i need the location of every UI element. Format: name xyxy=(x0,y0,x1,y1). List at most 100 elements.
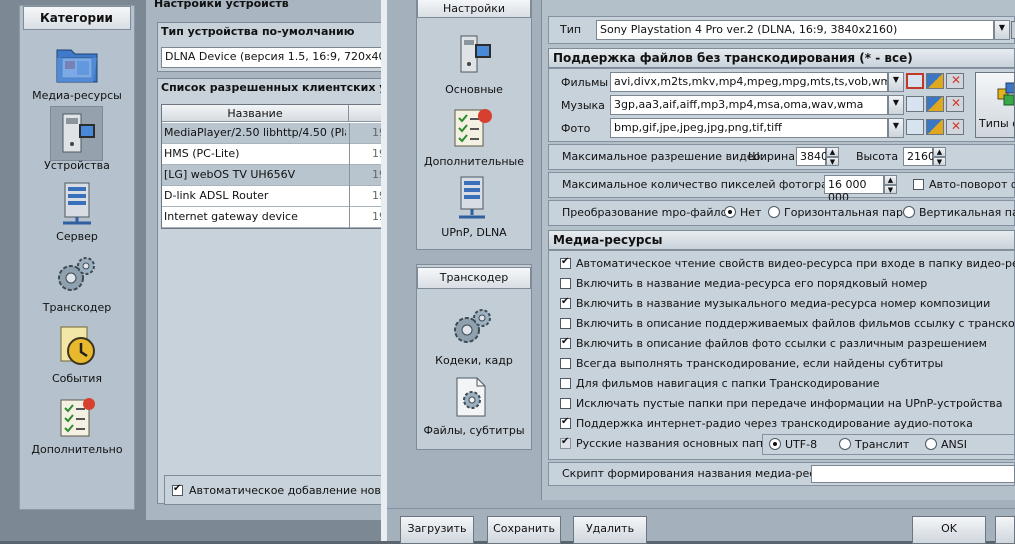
height-up-button[interactable]: ▲ xyxy=(933,147,946,157)
films-delete-icon[interactable]: ✕ xyxy=(946,73,964,89)
films-input[interactable]: avi,divx,m2ts,mkv,mp4,mpeg,mpg,mts,ts,vo… xyxy=(610,72,888,92)
sidebar-item-additional[interactable]: Дополнительные xyxy=(417,104,531,172)
width-input[interactable]: 3840 xyxy=(796,147,828,166)
sidebar-item-files-subtitles[interactable]: Файлы, субтитры xyxy=(417,374,531,442)
auto-rotate-checkbox[interactable] xyxy=(913,179,924,190)
mpo-option-horizontal[interactable] xyxy=(768,206,780,218)
sidebar-item-label: Дополнительные xyxy=(424,155,524,168)
type-combo[interactable]: Sony Playstation 4 Pro ver.2 (DLNA, 16:9… xyxy=(596,20,994,40)
upnp-server-icon xyxy=(459,176,485,219)
additional-icon xyxy=(60,398,95,437)
mpo-option-none[interactable] xyxy=(724,206,736,218)
films-dropdown-button[interactable]: ▼ xyxy=(888,72,904,92)
ok-button[interactable]: OK xyxy=(912,516,986,544)
media-checkbox-10[interactable] xyxy=(560,436,571,449)
sidebar-item-codecs[interactable]: Кодеки, кадр xyxy=(417,304,531,372)
width-label: Ширина xyxy=(748,150,795,163)
category-additional[interactable]: Дополнительно xyxy=(22,394,132,464)
music-delete-icon[interactable]: ✕ xyxy=(946,96,964,112)
table-row[interactable]: D-link ADSL Router 19 xyxy=(162,186,386,207)
category-server[interactable]: Сервер xyxy=(22,181,132,251)
encoding-option-label: Транслит xyxy=(855,438,910,451)
load-button[interactable]: Загрузить xyxy=(400,516,474,544)
default-device-type-title: Тип устройства по-умолчанию xyxy=(161,25,355,38)
max-pixels-input[interactable]: 16 000 000 xyxy=(824,175,884,204)
photo-dropdown-button[interactable]: ▼ xyxy=(888,118,904,138)
media-checkbox-7[interactable] xyxy=(560,378,571,389)
media-checkbox-5[interactable] xyxy=(560,336,571,349)
category-media-resources[interactable]: Медиа-ресурсы xyxy=(22,40,132,110)
save-button[interactable]: Сохранить xyxy=(487,516,561,544)
photo-input[interactable]: bmp,gif,jpe,jpeg,jpg,png,tif,tiff xyxy=(610,118,888,138)
media-checkbox-6[interactable] xyxy=(560,358,571,369)
width-down-button[interactable]: ▼ xyxy=(826,157,839,166)
row-name: [LG] webOS TV UH656V xyxy=(164,168,296,181)
sidebar-item-label: Основные xyxy=(445,83,503,96)
encoding-utf8-radio[interactable] xyxy=(769,438,781,450)
max-pixels-label: Максимальное количество пикселей фотогра… xyxy=(562,178,852,191)
height-down-button[interactable]: ▼ xyxy=(933,157,946,166)
photo-label: Фото xyxy=(561,122,591,135)
table-row[interactable]: [LG] webOS TV UH656V 19 xyxy=(162,165,386,186)
type-dropdown-button[interactable]: ▼ xyxy=(994,20,1010,40)
table-row[interactable]: Internet gateway device 19 xyxy=(162,207,386,228)
films-list-icon[interactable] xyxy=(906,73,924,89)
music-list-icon[interactable] xyxy=(906,96,924,112)
media-checkbox-label: Включить в описание файлов фото ссылки с… xyxy=(576,337,987,350)
sidebar-item-upnp[interactable]: UPnP, DLNA xyxy=(417,175,531,243)
category-label: Сервер xyxy=(56,230,98,243)
mpo-option-label: Вертикальная пара xyxy=(919,206,1015,219)
mpo-label: Преобразование mpo-файлов xyxy=(562,206,734,219)
table-row[interactable]: HMS (PC-Lite) 19 xyxy=(162,144,386,165)
category-events[interactable]: События xyxy=(22,323,132,393)
encoding-translit-radio[interactable] xyxy=(839,438,851,450)
categories-header: Категории xyxy=(23,6,131,30)
script-input[interactable] xyxy=(811,465,1015,483)
mpo-option-label: Нет xyxy=(740,206,762,219)
music-input[interactable]: 3gp,aa3,aif,aiff,mp3,mp4,msa,oma,wav,wma xyxy=(610,95,888,115)
file-types-button[interactable]: Типы ф xyxy=(975,72,1015,138)
encoding-ansi-radio[interactable] xyxy=(925,438,937,450)
type-extra-icon[interactable] xyxy=(1011,21,1015,39)
mpo-option-vertical[interactable] xyxy=(903,206,915,218)
encoding-option-label: ANSI xyxy=(941,438,967,451)
delete-button[interactable]: Удалить xyxy=(573,516,647,544)
films-edit-icon[interactable] xyxy=(926,73,944,89)
default-device-type-combo[interactable]: DLNA Device (версия 1.5, 16:9, 720x406) xyxy=(161,47,385,68)
max-pixels-down-button[interactable]: ▼ xyxy=(884,185,897,194)
events-icon xyxy=(60,326,95,365)
checklist-icon xyxy=(454,109,492,147)
auto-add-checkbox[interactable] xyxy=(172,483,183,496)
height-input[interactable]: 2160 xyxy=(903,147,935,166)
music-dropdown-button[interactable]: ▼ xyxy=(888,95,904,115)
films-label: Фильмы xyxy=(561,76,609,89)
media-section-header: Медиа-ресурсы xyxy=(548,230,1015,250)
media-checkbox-3[interactable] xyxy=(560,296,571,309)
category-devices[interactable]: Устройства xyxy=(22,110,132,180)
media-checkbox-2[interactable] xyxy=(560,278,571,289)
cancel-button-partial[interactable] xyxy=(995,516,1015,544)
device-basic-icon xyxy=(460,35,491,73)
music-label: Музыка xyxy=(561,99,605,112)
sidebar-item-basic[interactable]: Основные xyxy=(417,32,531,100)
media-checkbox-8[interactable] xyxy=(560,398,571,409)
devices-icon xyxy=(62,113,95,153)
photo-delete-icon[interactable]: ✕ xyxy=(946,119,964,135)
column-divider xyxy=(349,123,350,228)
photo-edit-icon[interactable] xyxy=(926,119,944,135)
file-types-icon xyxy=(997,82,1014,106)
max-pixels-up-button[interactable]: ▲ xyxy=(884,175,897,185)
music-edit-icon[interactable] xyxy=(926,96,944,112)
type-label: Тип xyxy=(560,23,582,36)
column-header-name[interactable]: Название xyxy=(162,105,349,122)
table-row[interactable]: MediaPlayer/2.50 libhttp/4.50 (PlaySta19 xyxy=(162,123,386,144)
category-transcoder[interactable]: Транскодер xyxy=(22,252,132,322)
mpo-option-label: Горизонтальная пара xyxy=(784,206,910,219)
clients-table[interactable]: Название MediaPlayer/2.50 libhttp/4.50 (… xyxy=(161,104,386,229)
auto-add-label: Автоматическое добавление новых у xyxy=(189,484,385,497)
media-checkbox-4[interactable] xyxy=(560,318,571,329)
width-up-button[interactable]: ▲ xyxy=(826,147,839,157)
media-checkbox-9[interactable] xyxy=(560,416,571,429)
photo-list-icon[interactable] xyxy=(906,119,924,135)
media-checkbox-1[interactable] xyxy=(560,256,571,269)
